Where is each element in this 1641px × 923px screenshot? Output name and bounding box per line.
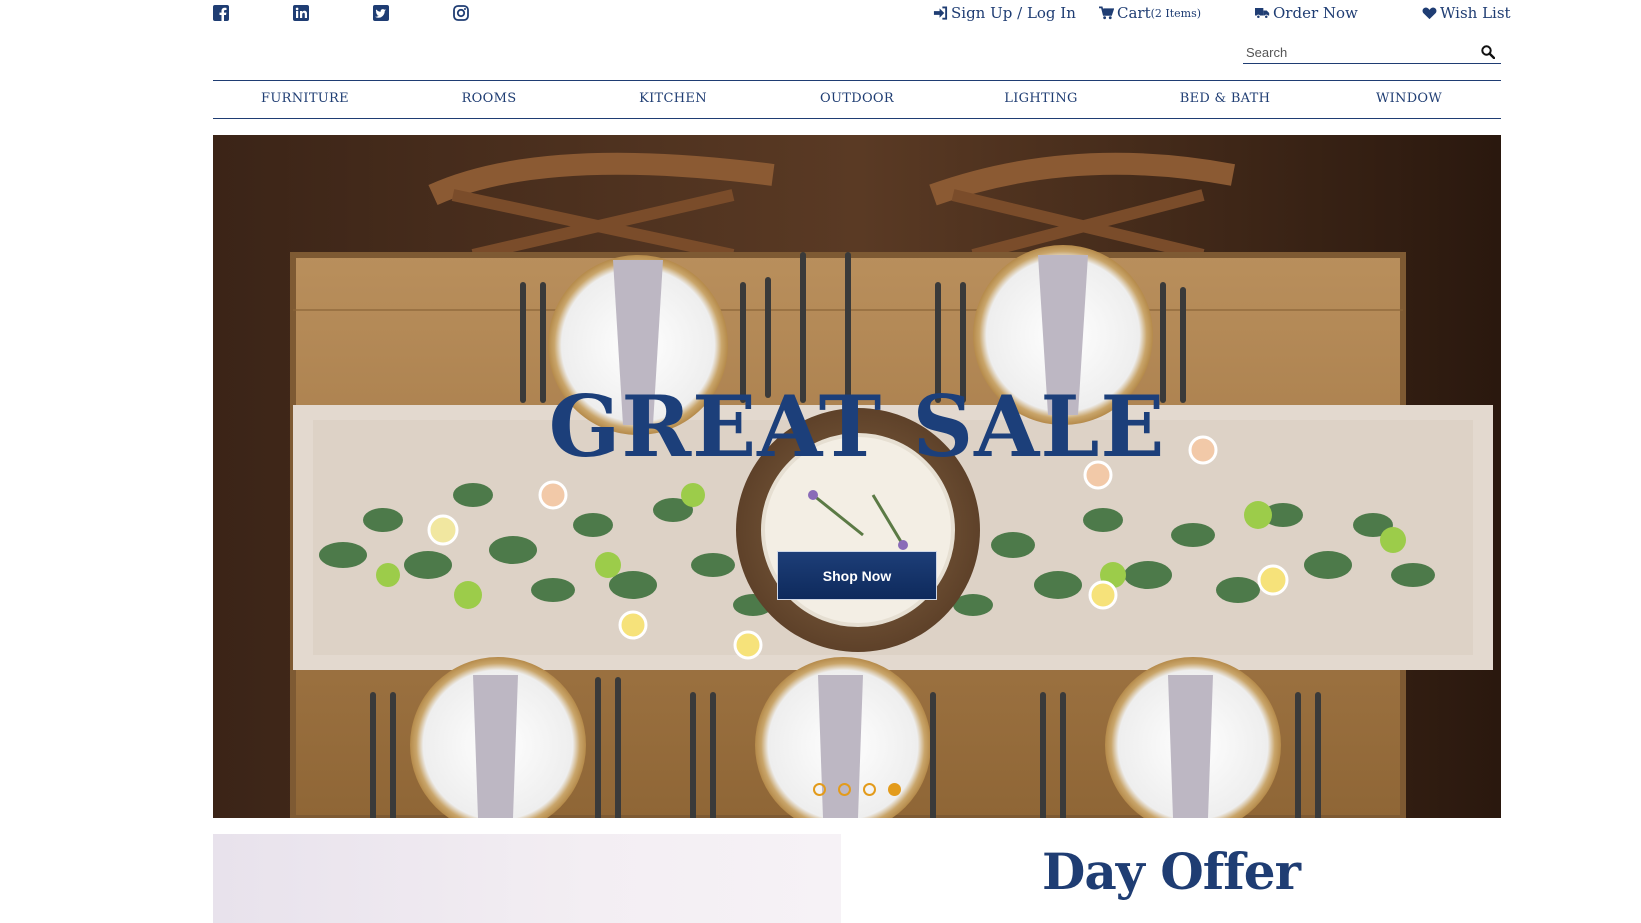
linkedin-icon[interactable] [293, 5, 309, 21]
cart-count: (2 Items) [1150, 6, 1202, 20]
cart-label: Cart [1117, 4, 1151, 22]
search-icon[interactable] [1481, 45, 1495, 59]
twitter-icon[interactable] [373, 5, 389, 21]
hero-slider: GREAT SALE Shop Now [213, 135, 1501, 818]
sign-in-icon [933, 6, 948, 20]
nav-lighting[interactable]: LIGHTING [949, 81, 1133, 118]
slider-dot-4[interactable] [888, 783, 901, 796]
slider-dots [213, 783, 1501, 797]
nav-furniture[interactable]: FURNITURE [213, 81, 397, 118]
nav-kitchen[interactable]: KITCHEN [581, 81, 765, 118]
top-bar: Sign Up / Log In Cart (2 Items) Order Now… [213, 0, 1511, 30]
main-navigation: FURNITURE ROOMS KITCHEN OUTDOOR LIGHTING… [213, 80, 1501, 119]
cart-link[interactable]: Cart (2 Items) [1099, 4, 1201, 22]
shop-now-button[interactable]: Shop Now [777, 551, 937, 600]
order-now-link[interactable]: Order Now [1255, 4, 1358, 22]
signup-login-link[interactable]: Sign Up / Log In [933, 4, 1076, 22]
search-bar [1243, 42, 1501, 64]
facebook-icon[interactable] [213, 5, 229, 21]
account-links: Sign Up / Log In Cart (2 Items) Order Now… [901, 4, 1511, 26]
wish-list-label: Wish List [1440, 4, 1511, 22]
signup-login-label: Sign Up / Log In [951, 4, 1076, 22]
wish-list-link[interactable]: Wish List [1422, 4, 1511, 22]
hero-image [213, 135, 1501, 818]
nav-outdoor[interactable]: OUTDOOR [765, 81, 949, 118]
nav-rooms[interactable]: ROOMS [397, 81, 581, 118]
slider-dot-2[interactable] [838, 783, 851, 796]
search-input[interactable] [1243, 42, 1463, 63]
nav-window[interactable]: WINDOW [1317, 81, 1501, 118]
promo-image [213, 834, 841, 923]
hero-title: GREAT SALE [548, 377, 1166, 476]
instagram-icon[interactable] [453, 5, 469, 21]
truck-icon [1255, 8, 1270, 19]
order-now-label: Order Now [1273, 4, 1358, 22]
slider-dot-1[interactable] [813, 783, 826, 796]
heart-icon [1422, 7, 1437, 20]
day-offer-heading: Day Offer [1042, 842, 1301, 901]
nav-bed-bath[interactable]: BED & BATH [1133, 81, 1317, 118]
cart-icon [1099, 6, 1114, 20]
slider-dot-3[interactable] [863, 783, 876, 796]
